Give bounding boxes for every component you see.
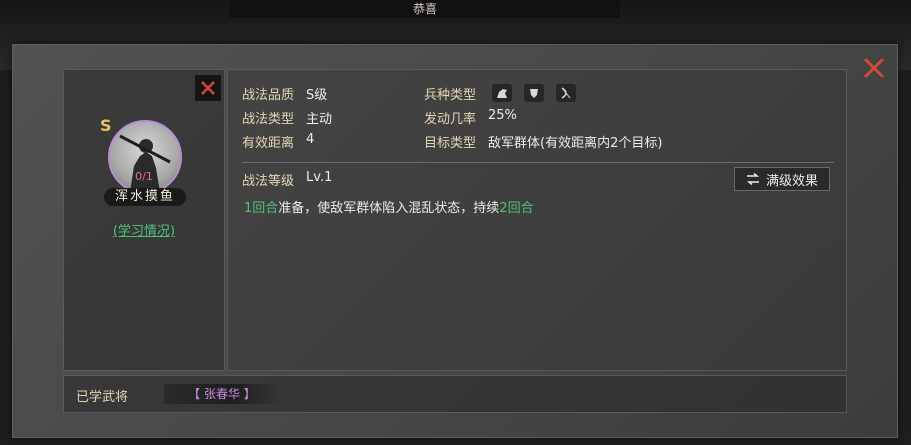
type-row: 战法类型 主动 [242,108,332,127]
target-row: 目标类型 敌军群体(有效距离内2个目标) [424,132,662,151]
learned-generals-bar: 已学武将 【 张春华 】 [63,375,847,413]
close-icon [201,81,215,95]
max-level-effect-button[interactable]: 满级效果 [734,167,830,191]
close-icon[interactable] [861,55,887,81]
troop-row: 兵种类型 [424,84,577,103]
learned-label: 已学武将 [76,390,129,405]
level-label: 战法等级 [242,174,295,189]
top-banner: 恭喜 [230,0,620,18]
target-value: 敌军群体(有效距离内2个目标) [488,136,663,151]
range-label: 有效距离 [242,136,295,151]
max-level-label: 满级效果 [765,173,818,189]
shield-icon [524,84,545,102]
rate-label: 发动几率 [424,112,477,127]
troop-icons [492,84,577,103]
cavalry-icon [492,84,513,102]
learn-status-link[interactable]: (学习情况) [94,220,194,239]
skill-card-panel: S 0/1 浑水摸鱼 (学习情况) [63,69,225,371]
skill-detail-dialog: S 0/1 浑水摸鱼 (学习情况) 战法品质 S级 战法类型 主动 有效距离 4… [12,44,898,438]
skill-name: 浑水摸鱼 [104,188,186,206]
prepare-turns: 1回合 [244,201,279,216]
range-row: 有效距离 4 [242,132,314,151]
unequip-button[interactable] [194,74,222,102]
target-label: 目标类型 [424,136,477,151]
skill-info-panel: 战法品质 S级 战法类型 主动 有效距离 4 兵种类型 发动几率 25% 目标类… [227,69,847,371]
skill-description: 1回合准备，使敌军群体陷入混乱状态，持续2回合 [244,197,804,216]
skill-avatar[interactable]: S 0/1 [100,116,182,194]
range-value: 4 [306,132,315,147]
troop-label: 兵种类型 [424,88,477,103]
quality-row: 战法品质 S级 [242,84,327,103]
learn-count: 0/1 [135,170,153,183]
bow-icon [556,84,577,102]
duration-turns: 2回合 [499,201,534,216]
type-value: 主动 [306,112,333,127]
description-text: 准备，使敌军群体陷入混乱状态，持续 [278,201,500,216]
quality-value: S级 [306,88,328,103]
rate-row: 发动几率 25% [424,108,517,127]
level-value: Lv.1 [306,170,333,185]
swap-icon [746,173,760,185]
general-tag[interactable]: 【 张春华 】 [164,384,280,404]
level-row: 战法等级 Lv.1 [242,170,332,189]
skill-grade: S [100,116,112,135]
type-label: 战法类型 [242,112,295,127]
divider [242,162,834,163]
rate-value: 25% [488,108,517,123]
quality-label: 战法品质 [242,88,295,103]
